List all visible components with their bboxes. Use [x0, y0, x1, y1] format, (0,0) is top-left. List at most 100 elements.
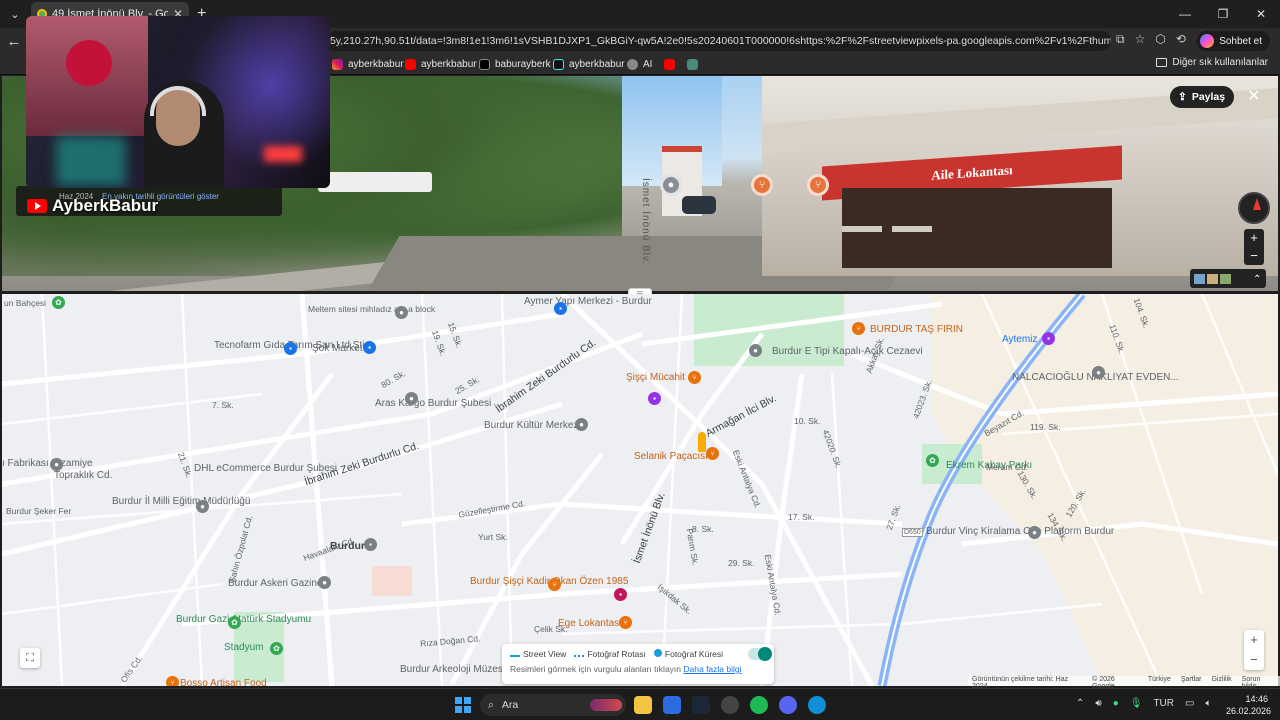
bookmark-other-site[interactable]	[687, 57, 698, 72]
street-view-toggle[interactable]	[748, 647, 772, 661]
map-label[interactable]: Burdur İl Milli Eğitim Müdürlüğü	[112, 496, 250, 507]
map-label[interactable]: Burdur Kültür Merkezi	[484, 420, 581, 431]
extensions-icon[interactable]: ⬡	[1155, 32, 1165, 48]
restaurant-icon[interactable]: ⑂	[706, 447, 719, 460]
restaurant-icon[interactable]: ⑂	[166, 676, 179, 686]
minimize-icon[interactable]: —	[1166, 0, 1204, 28]
maximize-icon[interactable]: ❐	[1204, 0, 1242, 28]
place-icon[interactable]: ●	[196, 500, 209, 513]
restaurant-icon[interactable]: ⑂	[619, 616, 632, 629]
place-icon[interactable]: ●	[749, 344, 762, 357]
language-indicator[interactable]: TUR	[1153, 698, 1174, 709]
map-label[interactable]: Burdur Askeri Gazino	[228, 578, 323, 589]
map-label[interactable]: Aras Kargo Burdur Şubesi	[375, 398, 491, 409]
park-icon[interactable]: ✿	[52, 296, 65, 309]
store-icon[interactable]	[663, 696, 681, 714]
clock[interactable]: 14:46 26.02.2026	[1226, 693, 1271, 717]
attribution-item[interactable]: Türkiye	[1148, 676, 1171, 686]
back-arrow-icon[interactable]: ←	[0, 33, 28, 50]
bookmark-youtube[interactable]: ayberkbabur	[405, 57, 477, 72]
url-field[interactable]: 5y,210.27h,90.51t/data=!3m8!1e1!3m6!1sVS…	[326, 31, 1111, 51]
map-label[interactable]: Burdur E Tipi Kapalı-Açık Cezaevi	[772, 346, 923, 357]
thumbnail[interactable]	[1194, 273, 1205, 284]
bookmark-instagram[interactable]: ayberkbabur	[332, 57, 404, 72]
history-icon[interactable]: ⟲	[1176, 32, 1186, 48]
map-label[interactable]: Selanik Paçacısı	[634, 451, 708, 462]
bakery-icon[interactable]: ⑂	[852, 322, 865, 335]
stadium-icon[interactable]: ✿	[270, 642, 283, 655]
place-icon[interactable]: ●	[1092, 366, 1105, 379]
spotify-icon[interactable]	[750, 696, 768, 714]
map-label[interactable]: Burdur Gazi Atatürk Stadyumu	[176, 614, 311, 625]
monitor-icon[interactable]: ▭	[1185, 698, 1194, 709]
map-label[interactable]: Bosso Artisan Food	[180, 678, 267, 686]
microphone-icon[interactable]: 🎙︎	[1130, 698, 1143, 709]
gas-station-icon[interactable]: ▪	[1042, 332, 1055, 345]
zoom-in-icon[interactable]: +	[1244, 229, 1264, 247]
other-bookmarks[interactable]: Diğer sık kullanılanlar	[1156, 57, 1268, 68]
bookmark-x[interactable]: baburayberk	[479, 57, 551, 72]
place-icon[interactable]: ●	[318, 576, 331, 589]
restaurant-marker-icon[interactable]: ⑂	[807, 174, 829, 196]
stadium-icon[interactable]: ✿	[228, 616, 241, 629]
bookmark-youtube-2[interactable]	[664, 57, 675, 72]
share-button[interactable]: ⇪ Paylaş	[1170, 86, 1234, 108]
map-label[interactable]: Aymer Yapı Merkezi - Burdur	[524, 296, 652, 307]
zoom-out-icon[interactable]: −	[1244, 247, 1264, 265]
taskbar-search[interactable]: ⌕ Ara	[480, 694, 626, 716]
shopping-icon[interactable]: ▪	[614, 588, 627, 601]
map-label[interactable]: Ege Lokantası	[558, 618, 622, 629]
close-window-icon[interactable]: ✕	[1242, 0, 1280, 28]
map-zoom-in-icon[interactable]: +	[1244, 630, 1264, 650]
speaker-icon[interactable]: 🔊︎	[1095, 698, 1101, 709]
start-windows-icon[interactable]	[455, 697, 471, 713]
map-label[interactable]: ı Fabrikası Nizamiye	[2, 458, 93, 469]
learn-more-link[interactable]: Daha fazla bilgi	[683, 664, 741, 674]
volume-icon[interactable]: 🔈︎	[1205, 698, 1211, 709]
place-icon[interactable]: ●	[405, 392, 418, 405]
map-label[interactable]: Şok Market	[312, 343, 363, 354]
store-icon[interactable]: ▪	[284, 342, 297, 355]
split-screen-icon[interactable]: ⧉	[1116, 32, 1125, 48]
attribution-item[interactable]: Şartlar	[1181, 676, 1202, 686]
chat-button[interactable]: Sohbet et	[1196, 31, 1270, 51]
map-label[interactable]: Burdur Arkeoloji Müzesi	[400, 664, 505, 675]
favorite-star-icon[interactable]: ☆	[1135, 32, 1146, 48]
map-label[interactable]: DHL eCommerce Burdur Şubesi	[194, 463, 337, 474]
attribution-item[interactable]: Gizlilik	[1211, 676, 1231, 686]
thumbnail-strip[interactable]: ⌃	[1190, 269, 1266, 288]
discord-icon[interactable]	[779, 696, 797, 714]
factory-icon[interactable]: ●	[50, 458, 63, 471]
cart-icon[interactable]: ▪	[363, 341, 376, 354]
restaurant-icon[interactable]: ⑂	[688, 371, 701, 384]
place-icon[interactable]: ●	[1028, 526, 1041, 539]
tab-list-button[interactable]: ⌄	[3, 4, 27, 24]
obs-icon[interactable]	[721, 696, 739, 714]
park-icon[interactable]: ✿	[926, 454, 939, 467]
restaurant-icon[interactable]: ⑂	[548, 578, 561, 591]
bookmark-tiktok[interactable]: ayberkbabur	[553, 57, 625, 72]
file-explorer-icon[interactable]	[634, 696, 652, 714]
shop-icon[interactable]: ▪	[554, 302, 567, 315]
map[interactable]: un Bahçesi ✿ Aymer Yapı Merkezi - Burdur…	[2, 294, 1278, 686]
chevron-up-icon[interactable]: ⌃	[1076, 698, 1084, 709]
shopping-icon[interactable]: ▪	[648, 392, 661, 405]
close-street-view-icon[interactable]: ✕	[1244, 87, 1264, 107]
compass-icon[interactable]	[1238, 192, 1270, 224]
transit-icon[interactable]: ▪	[364, 538, 377, 551]
restaurant-marker-icon[interactable]: ⑂	[751, 174, 773, 196]
thumbnail[interactable]	[1220, 273, 1231, 284]
map-label[interactable]: Stadyum	[224, 642, 263, 653]
map-label[interactable]: Meltem sitesi mihladız apt a block	[308, 304, 435, 314]
map-label[interactable]: BURDUR TAŞ FIRIN	[870, 324, 963, 335]
place-marker-icon[interactable]: ●	[660, 174, 682, 196]
steam-icon[interactable]	[692, 696, 710, 714]
bookmark-ai[interactable]: AI	[627, 57, 652, 72]
map-zoom-out-icon[interactable]: −	[1244, 650, 1264, 670]
place-icon[interactable]: ●	[395, 306, 408, 319]
status-dot-icon[interactable]: ●	[1113, 698, 1119, 709]
attribution-item[interactable]: Sorun bildir	[1242, 676, 1276, 690]
map-label[interactable]: Burdur Vinç Kiralama Can Platform Burdur	[926, 526, 1114, 537]
fullscreen-icon[interactable]: ⛶	[20, 648, 40, 668]
pegman-icon[interactable]	[698, 432, 706, 452]
